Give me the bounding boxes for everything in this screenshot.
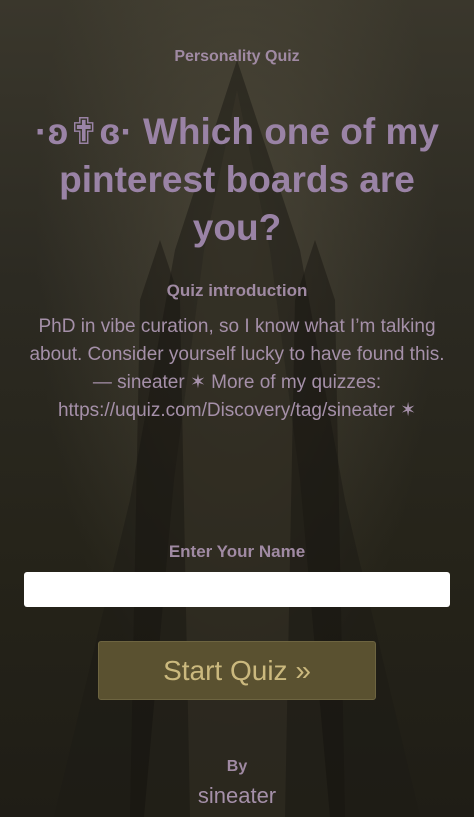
intro-heading: Quiz introduction [166, 281, 308, 300]
intro-description: PhD in vibe curation, so I know what I’m… [29, 316, 445, 421]
name-field-label: Enter Your Name [168, 542, 306, 561]
start-quiz-button[interactable]: Start Quiz » [98, 641, 376, 700]
name-input[interactable] [24, 572, 450, 607]
quiz-title: ·ʚ✟ɞ· Which one of my pinterest boards a… [35, 111, 439, 248]
by-label: By [226, 758, 248, 775]
author-name[interactable]: sineater [0, 783, 474, 809]
quiz-intro-card: Personality Quiz ·ʚ✟ɞ· Which one of my p… [0, 0, 474, 817]
quiz-type-label: Personality Quiz [174, 48, 300, 65]
